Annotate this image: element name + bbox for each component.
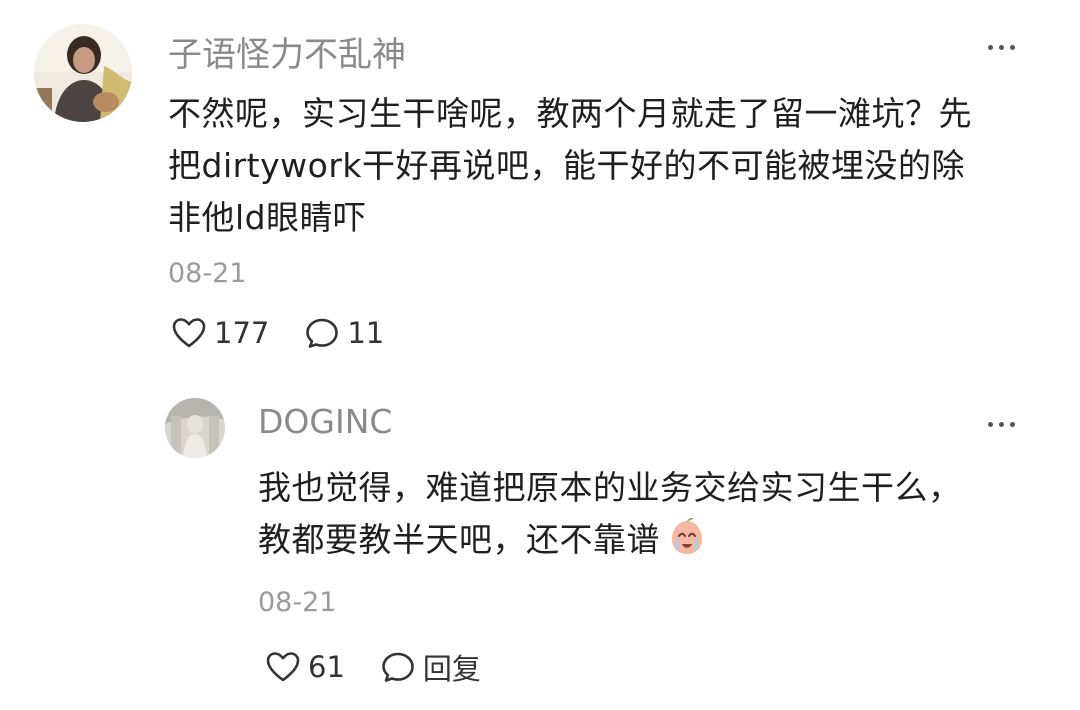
- comment-actions: 177 11: [172, 316, 384, 350]
- username[interactable]: DOGINC: [258, 402, 392, 441]
- like-button[interactable]: 177: [172, 316, 269, 350]
- comment-text: 不然呢，实习生干啥呢，教两个月就走了留一滩坑？先 把dirtywork干好再说吧…: [168, 94, 972, 237]
- heart-outline-icon: [172, 318, 206, 348]
- more-dot-icon: [988, 422, 993, 427]
- speech-bubble-icon: [382, 652, 414, 682]
- comment-main: 子语怪力不乱神 不然呢，实习生干啥呢，教两个月就走了留一滩坑？先 把dirtyw…: [0, 0, 1080, 380]
- more-dot-icon: [999, 422, 1004, 427]
- like-button[interactable]: 61: [266, 650, 345, 684]
- reply-label: 回复: [422, 652, 481, 686]
- like-count: 177: [214, 316, 270, 350]
- comment-date: 08-21: [168, 258, 247, 289]
- reply-button[interactable]: 11: [305, 316, 384, 350]
- more-dot-icon: [999, 45, 1004, 50]
- reply-button[interactable]: 回复: [381, 646, 481, 688]
- more-dot-icon: [1010, 422, 1015, 427]
- more-options-button[interactable]: [988, 422, 1015, 427]
- avatar[interactable]: [34, 24, 132, 122]
- avatar-photo-icon: [34, 24, 132, 122]
- avatar-photo-icon: [165, 398, 225, 458]
- like-count: 61: [308, 650, 345, 684]
- more-dot-icon: [988, 45, 993, 50]
- crying-face-emoji-icon: [667, 517, 707, 561]
- avatar[interactable]: [165, 398, 225, 458]
- heart-outline-icon: [266, 652, 300, 682]
- reply-count: 11: [347, 316, 385, 350]
- comment-actions: 61 回复: [266, 646, 481, 688]
- speech-bubble-icon: [306, 318, 339, 348]
- more-dot-icon: [1010, 45, 1015, 50]
- more-options-button[interactable]: [988, 45, 1015, 50]
- comment-date: 08-21: [258, 587, 337, 618]
- comment-reply: DOGINC 我也觉得，难道把原本的业务交给实习生干么， 教都要教半天吧，还不靠…: [0, 380, 1080, 710]
- reply-text-wrapper: 我也觉得，难道把原本的业务交给实习生干么， 教都要教半天吧，还不靠谱: [258, 462, 1048, 566]
- comment-text: 我也觉得，难道把原本的业务交给实习生干么， 教都要教半天吧，还不靠谱: [258, 468, 962, 559]
- username[interactable]: 子语怪力不乱神: [168, 27, 406, 76]
